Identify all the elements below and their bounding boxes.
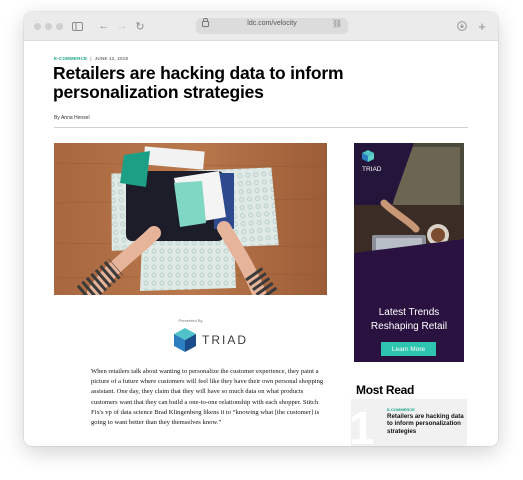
new-tab-icon[interactable]: + xyxy=(476,18,488,34)
most-read-heading: Most Read xyxy=(356,383,414,397)
download-icon[interactable] xyxy=(456,18,468,34)
meta-separator: | xyxy=(90,56,92,61)
web-page: E-COMMERCE | JUNE 12, 2018 Retailers are h… xyxy=(24,41,498,446)
reload-icon[interactable]: ↻ xyxy=(134,18,146,34)
article-body: When retailers talk about wanting to per… xyxy=(91,368,324,427)
address-bar-url: ldc.com/velocity xyxy=(247,20,297,27)
ad-headline: Latest Trends Reshaping Retail xyxy=(370,307,448,332)
browser-window: ← → ↻ ldc.com/velocity ⛓ + E-COMMERCE | JU… xyxy=(24,12,498,446)
sponsor-name: TRIAD xyxy=(202,333,248,347)
ad-brand: TRIAD xyxy=(362,166,382,173)
triad-mark-icon xyxy=(174,328,196,352)
sponsor-logo[interactable]: TRIAD xyxy=(174,326,248,354)
most-read-item[interactable]: 1 E-COMMERCE Retailers are hacking data … xyxy=(351,399,467,446)
browser-toolbar: ← → ↻ ldc.com/velocity ⛓ + xyxy=(24,12,498,41)
most-read-category[interactable]: E-COMMERCE xyxy=(387,407,415,412)
learn-more-button[interactable]: Learn More xyxy=(381,342,436,356)
close-window-dot[interactable] xyxy=(34,23,41,30)
forward-icon[interactable]: → xyxy=(116,18,128,34)
ad-banner[interactable]: TRIAD Latest Trends Reshaping Retail Lea… xyxy=(354,143,464,362)
sidebar-toggle-icon[interactable] xyxy=(71,18,83,34)
article-meta: E-COMMERCE | JUNE 12, 2018 xyxy=(54,56,128,61)
article-headline: Retailers are hacking data to inform per… xyxy=(53,63,344,102)
zoom-window-dot[interactable] xyxy=(56,23,63,30)
minimize-window-dot[interactable] xyxy=(45,23,52,30)
hero-image xyxy=(54,143,327,295)
link-icon[interactable]: ⛓ xyxy=(332,19,342,28)
address-bar[interactable]: ldc.com/velocity ⛓ xyxy=(196,18,348,34)
divider xyxy=(54,127,468,128)
article-category[interactable]: E-COMMERCE xyxy=(54,56,87,61)
most-read-rank: 1 xyxy=(351,402,375,446)
article-date: JUNE 12, 2018 xyxy=(94,56,129,61)
most-read-title[interactable]: Retailers are hacking data to inform per… xyxy=(387,413,465,435)
back-icon[interactable]: ← xyxy=(98,18,110,34)
presented-by-label: Presented By xyxy=(178,318,203,323)
article-byline: By Anna Hensel xyxy=(54,115,90,121)
